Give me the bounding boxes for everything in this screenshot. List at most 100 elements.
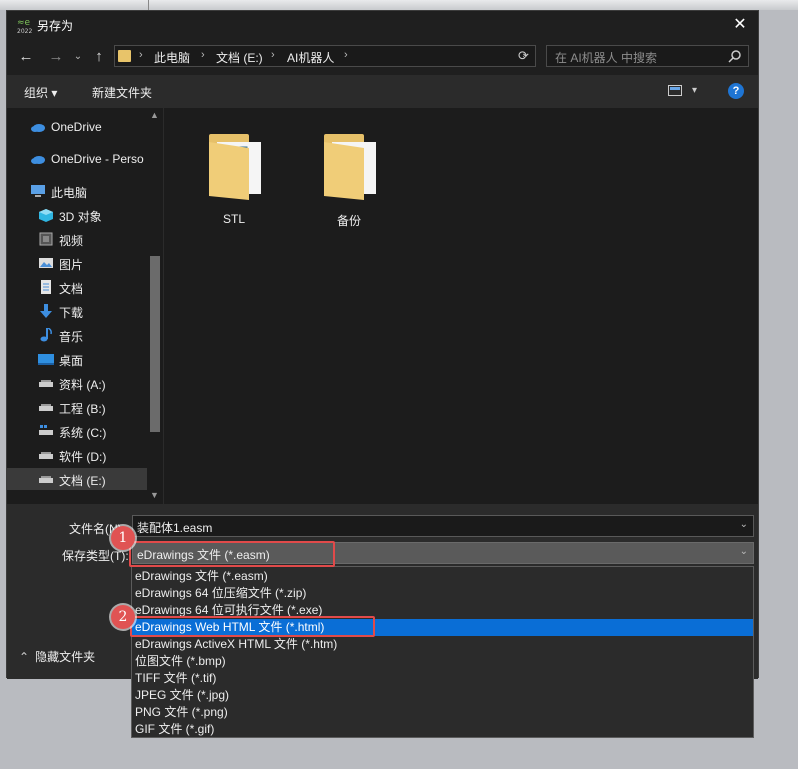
sidebar-item-label: 下载 bbox=[59, 306, 84, 320]
cloud-icon bbox=[31, 124, 45, 132]
sidebar-item-3d-objects[interactable]: 3D 对象 bbox=[7, 204, 147, 226]
dialog-title: 另存为 bbox=[37, 19, 74, 33]
back-button[interactable]: ← bbox=[17, 48, 35, 66]
sidebar-item-label: 工程 (B:) bbox=[59, 402, 106, 416]
new-folder-button[interactable]: 新建文件夹 bbox=[92, 84, 152, 101]
breadcrumb-separator: › bbox=[201, 49, 205, 61]
sidebar-item-drive-d[interactable]: 软件 (D:) bbox=[7, 444, 147, 466]
sidebar-item-label: OneDrive - Perso bbox=[51, 152, 144, 166]
svg-text:2022: 2022 bbox=[17, 28, 32, 34]
navigation-bar: ← → ⌄ ↑ › 此电脑 › 文档 (E:) › AI机器人 › ⌄ ⟳ 在 … bbox=[7, 39, 758, 75]
download-icon bbox=[40, 304, 52, 318]
sidebar-item-label: 此电脑 bbox=[51, 186, 88, 200]
desktop-icon bbox=[38, 354, 54, 365]
save-type-option[interactable]: PNG 文件 (*.png) bbox=[132, 704, 753, 721]
save-type-option[interactable]: eDrawings 文件 (*.easm) bbox=[132, 568, 753, 585]
breadcrumb-this-pc[interactable]: 此电脑 bbox=[154, 49, 190, 66]
save-type-option[interactable]: 位图文件 (*.bmp) bbox=[132, 653, 753, 670]
save-type-option[interactable]: eDrawings 64 位压缩文件 (*.zip) bbox=[132, 585, 753, 602]
scrollbar-thumb[interactable] bbox=[150, 256, 160, 432]
cube-icon bbox=[39, 209, 53, 222]
annotation-highlight-savetype bbox=[129, 541, 335, 567]
app-toolbar-strip bbox=[0, 0, 798, 10]
sidebar-item-label: 桌面 bbox=[59, 354, 84, 368]
sidebar-item-label: 软件 (D:) bbox=[59, 450, 107, 464]
view-options-chevron-icon[interactable]: ▾ bbox=[692, 85, 697, 96]
sidebar-item-label: 视频 bbox=[59, 234, 84, 248]
save-type-dropdown-list: eDrawings 文件 (*.easm) eDrawings 64 位压缩文件… bbox=[131, 566, 754, 738]
svg-text:≈e: ≈e bbox=[17, 18, 31, 28]
filename-field[interactable]: 装配体1.easm ⌄ bbox=[132, 515, 754, 537]
sidebar-item-this-pc[interactable]: 此电脑 bbox=[7, 180, 147, 202]
save-type-label: 保存类型(T): bbox=[62, 549, 129, 563]
video-icon bbox=[39, 232, 53, 246]
scroll-up-icon[interactable]: ▲ bbox=[150, 110, 159, 120]
sidebar-item-drive-b[interactable]: 工程 (B:) bbox=[7, 396, 147, 418]
sidebar-item-music[interactable]: 音乐 bbox=[7, 324, 147, 346]
address-bar[interactable]: › 此电脑 › 文档 (E:) › AI机器人 › ⌄ bbox=[114, 45, 536, 67]
sidebar-item-label: 资料 (A:) bbox=[59, 378, 106, 392]
scroll-down-icon[interactable]: ▼ bbox=[150, 490, 159, 500]
sidebar-item-label: 文档 (E:) bbox=[59, 474, 106, 488]
organize-menu-button[interactable]: 组织 ▾ bbox=[24, 84, 57, 101]
sidebar-item-pictures[interactable]: 图片 bbox=[7, 252, 147, 274]
breadcrumb-ai-robot[interactable]: AI机器人 bbox=[287, 49, 334, 66]
chevron-up-icon: ⌃ bbox=[19, 650, 30, 664]
pc-icon bbox=[31, 185, 45, 197]
sidebar-item-downloads[interactable]: 下载 bbox=[7, 300, 147, 322]
sidebar-item-drive-e[interactable]: 文档 (E:) bbox=[7, 468, 147, 490]
title-bar: ≈e 2022 另存为 ✕ bbox=[7, 11, 758, 39]
sidebar-item-label: 音乐 bbox=[59, 330, 84, 344]
folder-icon bbox=[118, 50, 131, 62]
search-input[interactable]: 在 AI机器人 中搜索 bbox=[555, 49, 657, 66]
up-button[interactable]: ↑ bbox=[90, 48, 108, 66]
save-type-option[interactable]: GIF 文件 (*.gif) bbox=[132, 721, 753, 738]
annotation-badge-1: 1 bbox=[111, 526, 135, 550]
sidebar-item-drive-a[interactable]: 资料 (A:) bbox=[7, 372, 147, 394]
folder-label: 备份 bbox=[336, 214, 361, 228]
breadcrumb-separator: › bbox=[271, 49, 275, 61]
sidebar-item-label: 图片 bbox=[59, 258, 84, 272]
folder-item-stl[interactable]: STL bbox=[189, 122, 279, 232]
view-options-icon[interactable] bbox=[668, 85, 682, 96]
sidebar-item-desktop[interactable]: 桌面 bbox=[7, 348, 147, 370]
sidebar-item-label: 3D 对象 bbox=[59, 210, 102, 224]
edrawings-app-icon: ≈e 2022 bbox=[17, 18, 32, 34]
drive-icon bbox=[39, 452, 53, 459]
toolbar-fragment bbox=[148, 0, 169, 10]
sidebar-scrollbar[interactable]: ▲ ▼ bbox=[147, 108, 163, 504]
sidebar-item-documents[interactable]: 文档 bbox=[7, 276, 147, 298]
navigation-pane: OneDrive OneDrive - Perso 此电脑 3D 对象 视频 图… bbox=[7, 108, 163, 504]
command-bar: 组织 ▾ 新建文件夹 ▾ ? bbox=[7, 75, 758, 107]
filename-input[interactable]: 装配体1.easm bbox=[137, 519, 212, 536]
folder-label: STL bbox=[222, 212, 245, 226]
folder-item-backup[interactable]: 备份 bbox=[304, 122, 394, 232]
drive-icon bbox=[39, 404, 53, 411]
breadcrumb-separator: › bbox=[344, 49, 348, 61]
picture-icon bbox=[39, 258, 53, 268]
system-drive-icon bbox=[39, 425, 53, 435]
breadcrumb-drive-e[interactable]: 文档 (E:) bbox=[216, 49, 263, 66]
sidebar-item-onedrive[interactable]: OneDrive bbox=[7, 116, 147, 138]
cloud-icon bbox=[31, 156, 45, 164]
sidebar-item-onedrive-personal[interactable]: OneDrive - Perso bbox=[7, 148, 147, 170]
forward-button[interactable]: → bbox=[47, 48, 65, 66]
chevron-down-icon[interactable]: ⌄ bbox=[740, 519, 748, 530]
search-box[interactable]: 在 AI机器人 中搜索 bbox=[546, 45, 749, 67]
folder-icon bbox=[324, 134, 376, 200]
chevron-down-icon[interactable]: ⌄ bbox=[740, 546, 748, 557]
sidebar-item-label: 文档 bbox=[59, 282, 84, 296]
sidebar-item-drive-c[interactable]: 系统 (C:) bbox=[7, 420, 147, 442]
save-type-option[interactable]: eDrawings ActiveX HTML 文件 (*.htm) bbox=[132, 636, 753, 653]
save-type-option[interactable]: TIFF 文件 (*.tif) bbox=[132, 670, 753, 687]
search-icon[interactable] bbox=[728, 49, 742, 63]
help-icon[interactable]: ? bbox=[728, 83, 744, 99]
document-icon bbox=[41, 280, 51, 294]
sidebar-item-videos[interactable]: 视频 bbox=[7, 228, 147, 250]
drive-icon bbox=[39, 476, 53, 483]
recent-locations-button[interactable]: ⌄ bbox=[69, 48, 87, 66]
refresh-button[interactable]: ⟳ bbox=[518, 48, 529, 64]
close-button[interactable]: ✕ bbox=[722, 11, 758, 39]
hide-folders-toggle[interactable]: ⌃ 隐藏文件夹 bbox=[19, 648, 95, 665]
save-type-option[interactable]: JPEG 文件 (*.jpg) bbox=[132, 687, 753, 704]
